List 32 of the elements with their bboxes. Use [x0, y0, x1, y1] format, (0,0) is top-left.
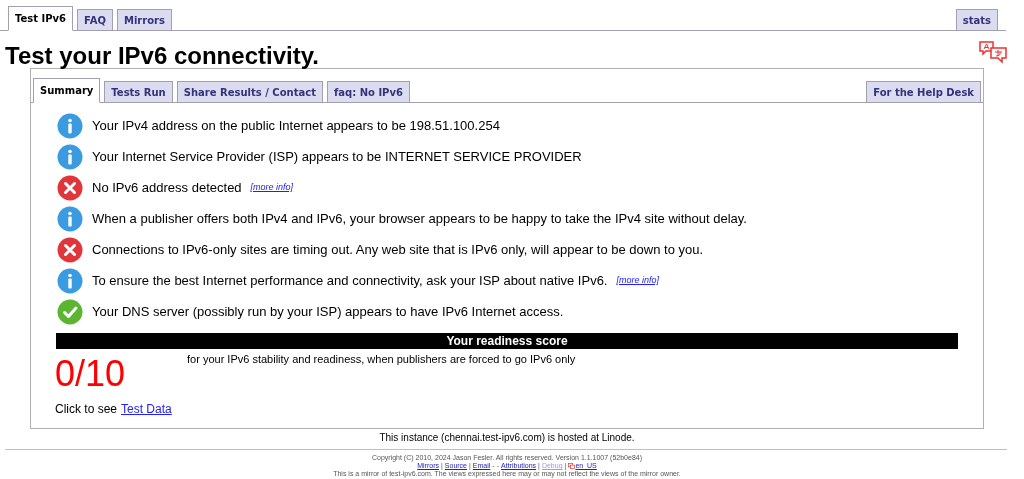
tab[interactable]: Mirrors: [116, 9, 172, 31]
score-value: 0/10: [55, 356, 127, 392]
info-icon: [57, 113, 83, 139]
result-text: Connections to IPv6-only sites are timing out. Any web site that is IPv6 only, will appear to be down to you.: [92, 241, 704, 260]
info-icon: [57, 144, 83, 170]
info-icon: [57, 268, 83, 294]
tab[interactable]: For the Help Desk: [866, 81, 981, 103]
result-text: When a publisher offers both IPv4 and IPv6, your browser appears to be happy to take the IPv4 site without delay.: [92, 210, 747, 229]
score-bar: Your readiness score: [56, 333, 958, 349]
result-text: Your Internet Service Provider (ISP) appears to be INTERNET SERVICE PROVIDER: [92, 148, 582, 167]
result-text: Your IPv4 address on the public Internet appears to be 198.51.100.254: [92, 117, 500, 136]
instance-note: This instance (chennai.test-ipv6.com) is hosted at Linode.: [378, 431, 636, 445]
tab[interactable]: Summary: [33, 78, 101, 103]
tab[interactable]: faq: No IPv6: [326, 81, 410, 103]
tab[interactable]: Tests Run: [104, 81, 173, 103]
more-info-link[interactable]: [more info]: [250, 181, 294, 195]
test-data-label: Click to see: [55, 401, 118, 418]
result-text: Your DNS server (possibly run by your ISP) appears to have IPv6 Internet access.: [92, 303, 564, 322]
tab[interactable]: Share Results / Contact: [176, 81, 323, 103]
test-data-link[interactable]: Test Data: [121, 400, 172, 418]
error-icon: [57, 175, 83, 201]
check-icon: [57, 299, 83, 325]
score-caption: for your IPv6 stability and readiness, when publishers are forced to go IPv6 only: [187, 352, 576, 367]
error-icon: [57, 237, 83, 263]
result-text: No IPv6 address detected: [92, 179, 242, 198]
page-title: Test your IPv6 connectivity.: [5, 44, 319, 68]
tab[interactable]: Test IPv6: [8, 6, 73, 31]
info-icon: [57, 206, 83, 232]
more-info-link[interactable]: [more info]: [616, 274, 659, 288]
result-text: To ensure the best Internet performance and connectivity, ask your ISP about native IPv6.: [92, 272, 608, 291]
tab[interactable]: FAQ: [77, 9, 113, 31]
tab[interactable]: stats: [955, 9, 998, 31]
